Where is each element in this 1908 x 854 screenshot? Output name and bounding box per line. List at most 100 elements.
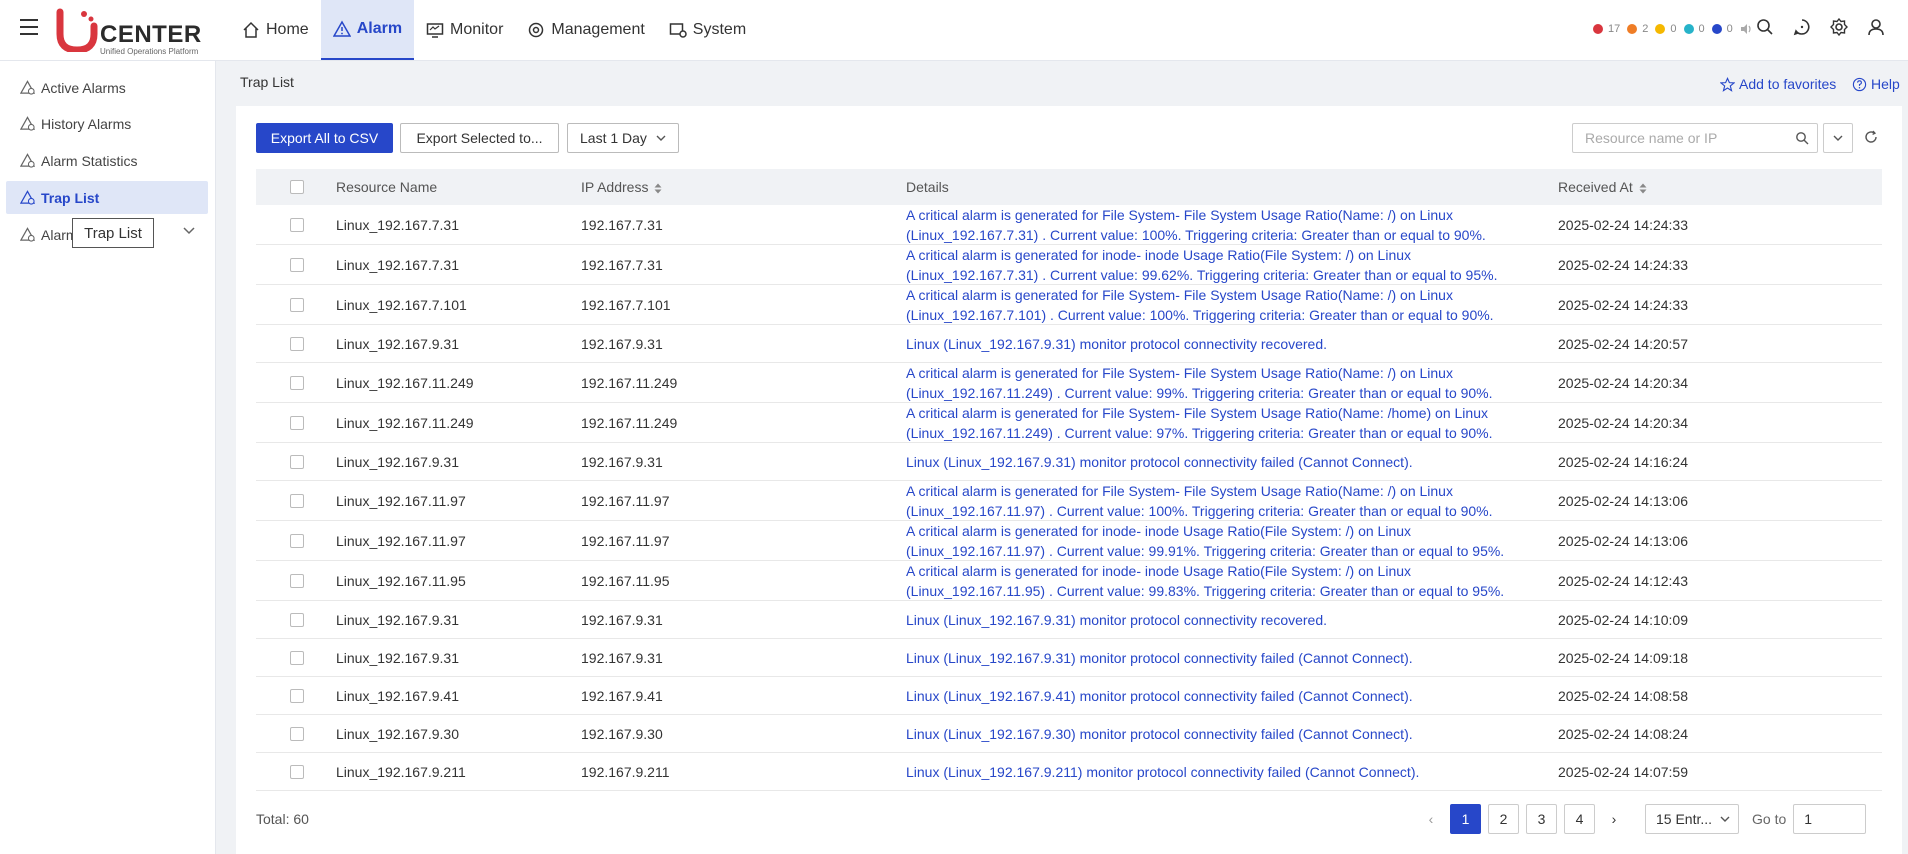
chevron-down-icon[interactable] <box>183 227 195 235</box>
row-checkbox[interactable] <box>290 764 304 779</box>
details-cell[interactable]: Linux (Linux_192.167.9.31) monitor proto… <box>906 452 1558 472</box>
details-cell[interactable]: A critical alarm is generated for File S… <box>906 481 1558 521</box>
sidebar-item-trap-list[interactable]: Trap List <box>6 181 208 214</box>
row-checkbox[interactable] <box>290 375 304 390</box>
received-at-cell: 2025-02-24 14:13:06 <box>1558 532 1688 549</box>
select-all-checkbox[interactable] <box>290 180 304 194</box>
details-cell[interactable]: A critical alarm is generated for File S… <box>906 403 1558 443</box>
sound-icon[interactable] <box>1739 22 1753 36</box>
alarm-status-counts[interactable]: 17 2 0 0 0 <box>1588 22 1753 36</box>
details-cell[interactable]: Linux (Linux_192.167.9.31) monitor proto… <box>906 610 1558 630</box>
menu-icon[interactable] <box>20 19 38 35</box>
search-input[interactable] <box>1573 124 1783 152</box>
row-checkbox[interactable] <box>290 336 304 351</box>
row-checkbox[interactable] <box>290 650 304 665</box>
details-cell[interactable]: Linux (Linux_192.167.9.41) monitor proto… <box>906 686 1558 706</box>
details-cell[interactable]: A critical alarm is generated for File S… <box>906 285 1558 325</box>
details-cell[interactable]: Linux (Linux_192.167.9.31) monitor proto… <box>906 334 1558 354</box>
export-selected-button[interactable]: Export Selected to... <box>400 123 559 153</box>
details-cell[interactable]: Linux (Linux_192.167.9.30) monitor proto… <box>906 724 1558 744</box>
ip-address-cell: 192.167.11.97 <box>581 532 670 549</box>
search-icon[interactable] <box>1795 131 1809 145</box>
resource-name-cell: Linux_192.167.7.101 <box>336 296 467 313</box>
details-cell[interactable]: A critical alarm is generated for inode-… <box>906 245 1558 285</box>
nav-monitor[interactable]: Monitor <box>414 0 515 60</box>
time-range-select[interactable]: Last 1 Day <box>567 123 679 153</box>
details-line: A critical alarm is generated for File S… <box>906 206 1453 223</box>
goto-label: Go to <box>1752 811 1787 827</box>
table-row[interactable]: Linux_192.167.9.31 192.167.9.31 Linux (Lin… <box>256 639 1882 677</box>
table-row[interactable]: Linux_192.167.11.97 192.167.11.97 A critic… <box>256 481 1882 521</box>
page-button-4[interactable]: 4 <box>1564 804 1595 834</box>
row-checkbox[interactable] <box>290 217 304 232</box>
details-cell[interactable]: A critical alarm is generated for inode-… <box>906 521 1558 561</box>
minor-dot-icon <box>1655 24 1666 34</box>
table-row[interactable]: Linux_192.167.9.31 192.167.9.31 Linux (Lin… <box>256 443 1882 481</box>
table-row[interactable]: Linux_192.167.11.95 192.167.11.95 A critic… <box>256 561 1882 601</box>
row-checkbox[interactable] <box>290 688 304 703</box>
top-icons <box>1755 17 1886 37</box>
page-button-2[interactable]: 2 <box>1488 804 1519 834</box>
table-row[interactable]: Linux_192.167.9.31 192.167.9.31 Linux (Lin… <box>256 325 1882 363</box>
row-checkbox[interactable] <box>290 726 304 741</box>
top-header: CENTER Unified Operations Platform Home … <box>0 0 1908 61</box>
details-cell[interactable]: A critical alarm is generated for File S… <box>906 363 1558 403</box>
table-row[interactable]: Linux_192.167.9.31 192.167.9.31 Linux (Lin… <box>256 601 1882 639</box>
add-favorites-link[interactable]: Add to favorites <box>1720 76 1836 92</box>
nav-home[interactable]: Home <box>230 0 321 60</box>
table-row[interactable]: Linux_192.167.11.97 192.167.11.97 A critic… <box>256 521 1882 561</box>
row-checkbox[interactable] <box>290 612 304 627</box>
sidebar-item-history-alarms[interactable]: History Alarms <box>6 107 208 140</box>
table-row[interactable]: Linux_192.167.9.211 192.167.9.211 Linux (L… <box>256 753 1882 791</box>
row-checkbox[interactable] <box>290 454 304 469</box>
filter-dropdown-button[interactable] <box>1823 123 1853 153</box>
next-page-button[interactable]: › <box>1602 804 1626 834</box>
row-checkbox[interactable] <box>290 297 304 312</box>
logo: CENTER Unified Operations Platform <box>56 4 216 56</box>
prev-page-button[interactable]: ‹ <box>1419 804 1443 834</box>
resource-name-cell: Linux_192.167.11.97 <box>336 532 466 549</box>
chat-icon[interactable] <box>1792 17 1812 37</box>
col-resource-name: Resource Name <box>336 179 438 195</box>
details-cell[interactable]: A critical alarm is generated for File S… <box>906 205 1558 245</box>
details-line: A critical alarm is generated for inode-… <box>906 246 1412 263</box>
ip-address-cell: 192.167.7.31 <box>581 216 663 233</box>
user-icon[interactable] <box>1866 17 1886 37</box>
details-cell[interactable]: Linux (Linux_192.167.9.211) monitor prot… <box>906 762 1558 782</box>
row-checkbox[interactable] <box>290 573 304 588</box>
row-checkbox[interactable] <box>290 257 304 272</box>
details-cell[interactable]: A critical alarm is generated for inode-… <box>906 561 1558 601</box>
page-size-select[interactable]: 15 Entr... <box>1645 804 1739 834</box>
nav-alarm[interactable]: Alarm <box>320 0 415 60</box>
table-row[interactable]: Linux_192.167.11.249 192.167.11.249 A crit… <box>256 403 1882 443</box>
ip-address-cell: 192.167.7.31 <box>581 256 663 273</box>
table-row[interactable]: Linux_192.167.9.41 192.167.9.41 Linux (Lin… <box>256 677 1882 715</box>
refresh-icon[interactable] <box>1864 130 1878 144</box>
col-ip-address[interactable]: IP Address <box>581 179 906 195</box>
sidebar-item-alarm-statistics[interactable]: Alarm Statistics <box>6 144 208 177</box>
table-row[interactable]: Linux_192.167.11.249 192.167.11.249 A crit… <box>256 363 1882 403</box>
row-checkbox[interactable] <box>290 533 304 548</box>
table-row[interactable]: Linux_192.167.7.31 192.167.7.31 A critical… <box>256 245 1882 285</box>
sidebar-item-active-alarms[interactable]: Active Alarms <box>6 71 208 104</box>
nav-management[interactable]: Management <box>515 0 656 60</box>
nav-system[interactable]: System <box>657 0 758 60</box>
details-cell[interactable]: Linux (Linux_192.167.9.31) monitor proto… <box>906 648 1558 668</box>
table-row[interactable]: Linux_192.167.7.31 192.167.7.31 A critical… <box>256 205 1882 245</box>
page-button-1[interactable]: 1 <box>1450 804 1481 834</box>
settings-icon[interactable] <box>1829 17 1849 37</box>
help-link[interactable]: Help <box>1852 76 1900 92</box>
goto-page-input[interactable] <box>1793 804 1867 834</box>
info-dot-icon <box>1711 24 1722 34</box>
page-button-3[interactable]: 3 <box>1526 804 1557 834</box>
export-all-button[interactable]: Export All to CSV <box>256 123 393 153</box>
row-checkbox[interactable] <box>290 415 304 430</box>
details-line: Linux (Linux_192.167.9.31) monitor proto… <box>906 453 1413 470</box>
row-checkbox[interactable] <box>290 493 304 508</box>
search-icon[interactable] <box>1755 17 1775 37</box>
table-row[interactable]: Linux_192.167.9.30 192.167.9.30 Linux (Lin… <box>256 715 1882 753</box>
col-received-at[interactable]: Received At <box>1558 179 1818 195</box>
monitor-icon <box>426 23 444 38</box>
table-row[interactable]: Linux_192.167.7.101 192.167.7.101 A critic… <box>256 285 1882 325</box>
critical-dot-icon <box>1593 24 1603 34</box>
